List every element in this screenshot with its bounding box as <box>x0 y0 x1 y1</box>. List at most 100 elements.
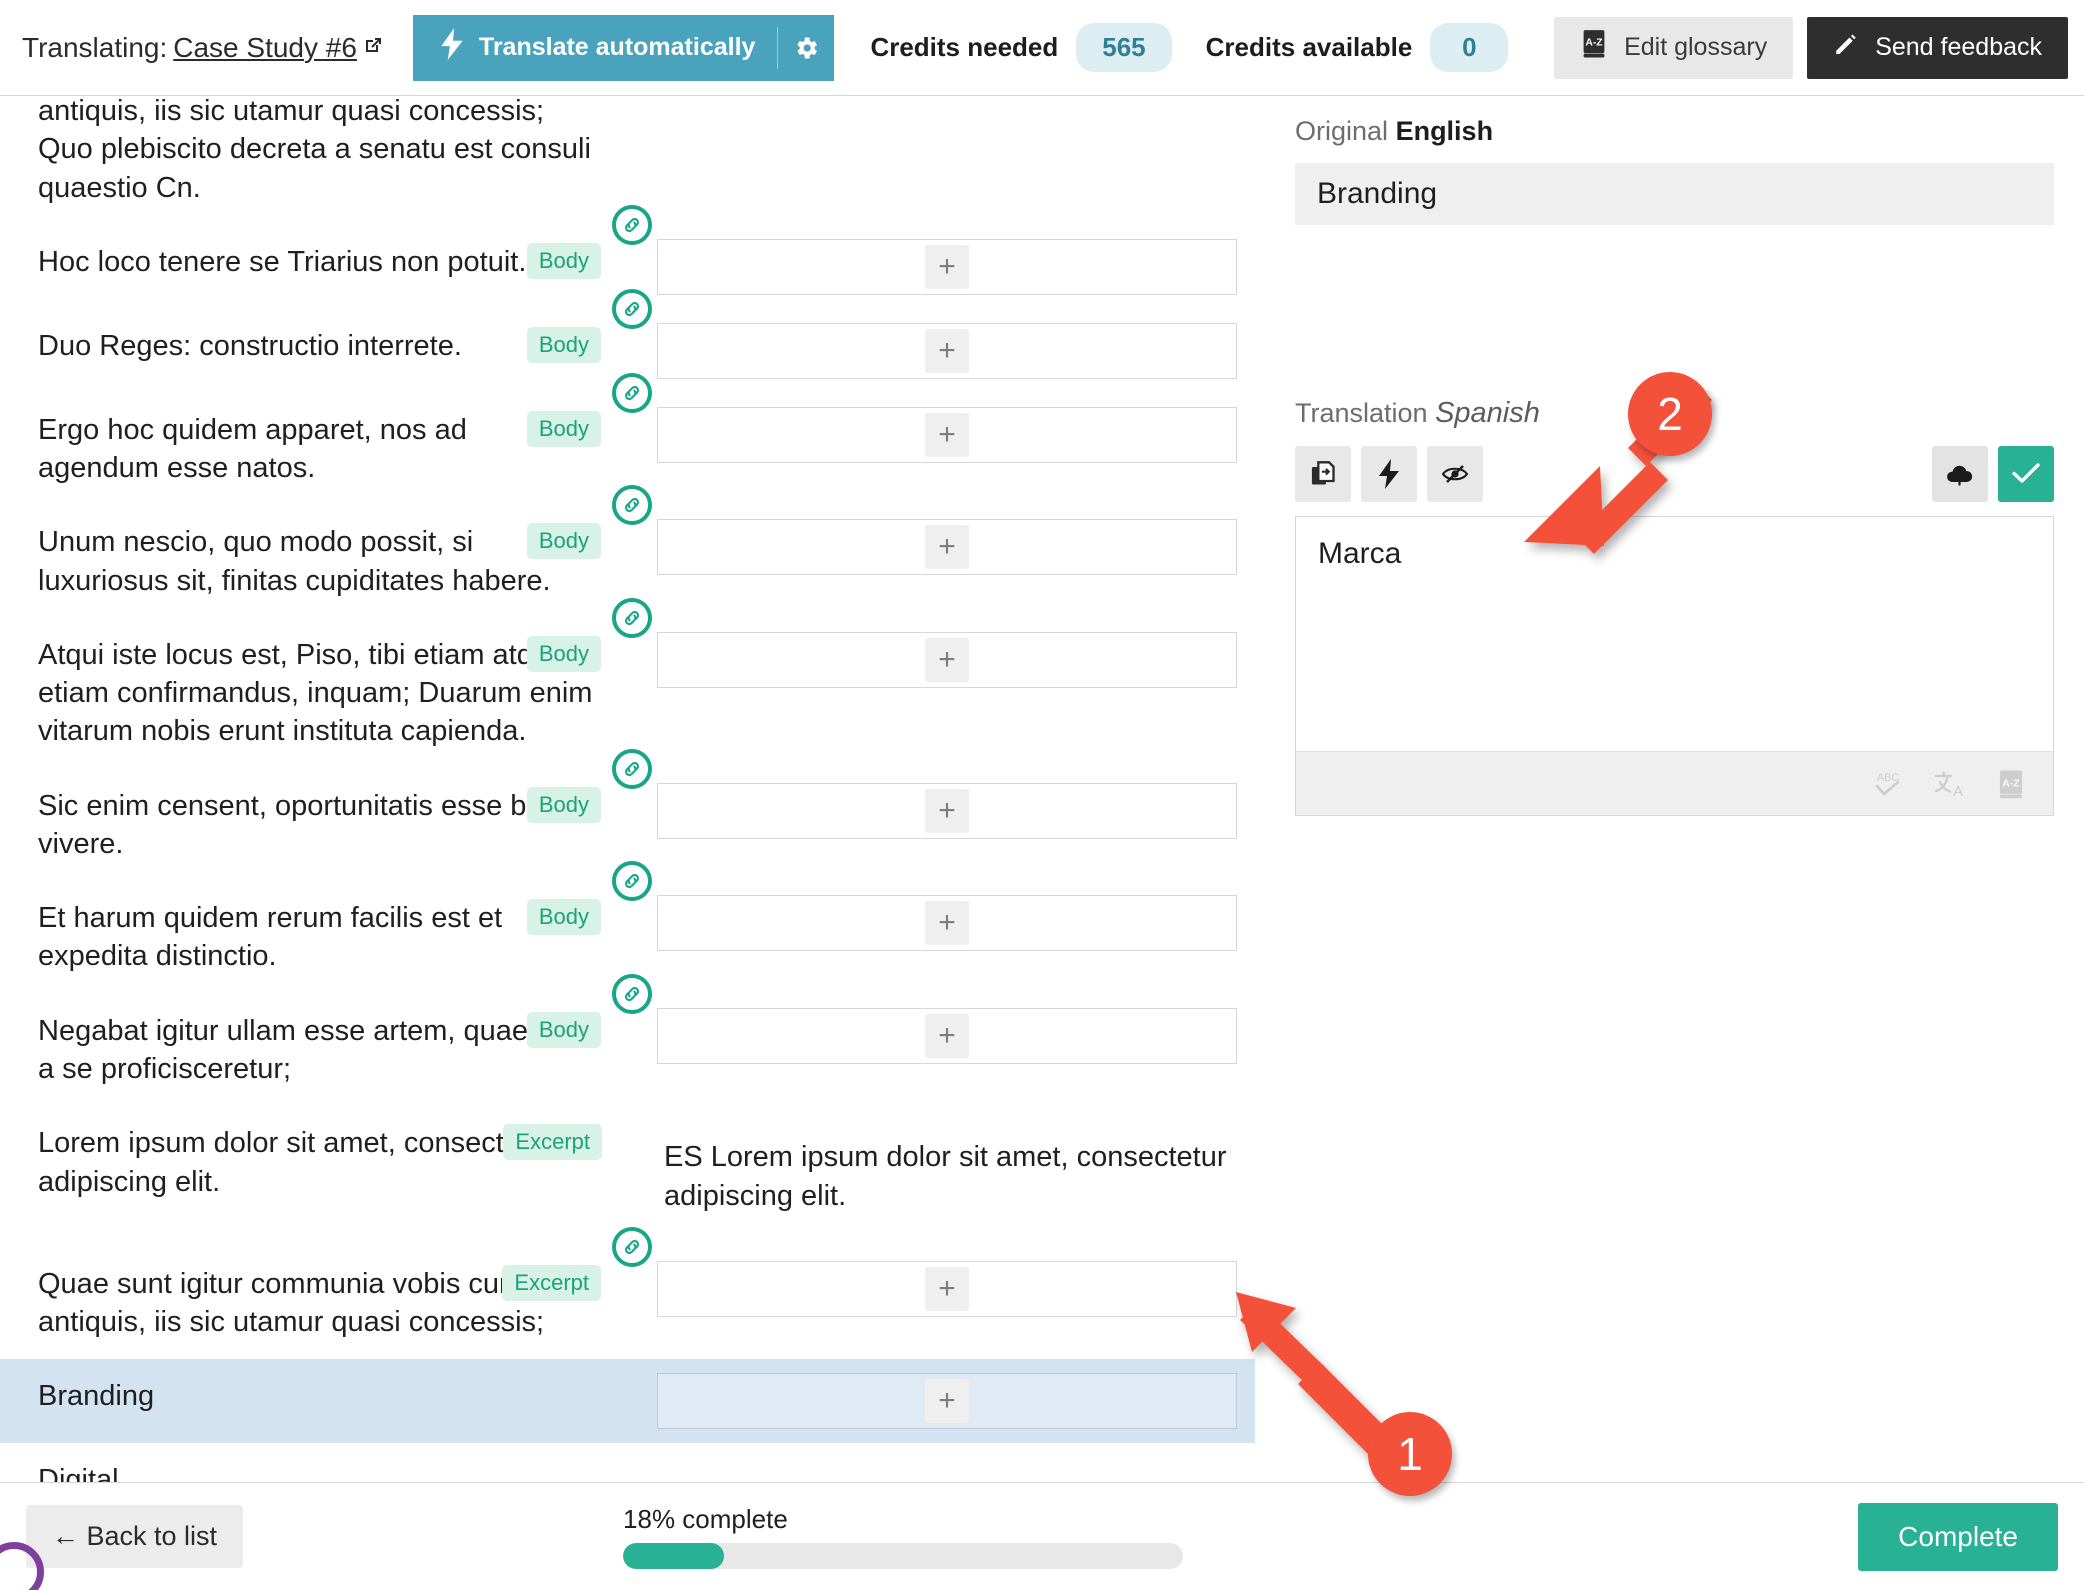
app-header: Translating: Case Study #6 Translate aut… <box>0 0 2084 96</box>
segment-target-cell[interactable]: + <box>639 618 1255 702</box>
segment-type-badge: Excerpt <box>502 1264 601 1301</box>
translate-automatically-button[interactable]: Translate automatically <box>412 14 835 81</box>
add-translation-button[interactable]: + <box>925 1013 969 1058</box>
segment-target-input[interactable]: + <box>657 238 1237 295</box>
segment-target-input[interactable]: + <box>657 406 1237 463</box>
segment-target-input[interactable]: + <box>657 631 1237 688</box>
segment-target-input[interactable]: + <box>657 895 1237 952</box>
add-translation-button[interactable]: + <box>925 1266 969 1311</box>
segment-target-input[interactable]: + <box>657 1007 1237 1064</box>
segment-target-cell[interactable]: Digital <box>640 1443 1255 1482</box>
credits-needed-value: 565 <box>1076 23 1172 72</box>
credits-needed-group: Credits needed 565 <box>870 23 1172 72</box>
link-icon[interactable] <box>612 597 652 638</box>
add-translation-button[interactable]: + <box>925 412 969 457</box>
segment-type-badge: Excerpt <box>503 1124 602 1161</box>
abc-check-icon[interactable]: ABC <box>1871 768 1905 800</box>
segment-type-badge: Body <box>526 899 601 936</box>
edit-glossary-button[interactable]: A-Z Edit glossary <box>1554 16 1794 79</box>
link-icon[interactable] <box>612 973 652 1014</box>
add-translation-button[interactable]: + <box>925 244 969 289</box>
segment-target-input[interactable]: + <box>657 519 1237 576</box>
main-content: antiquis, iis sic utamur quasi concessis… <box>0 96 2084 1482</box>
translation-editor[interactable]: Marca ABC A A-Z <box>1295 516 2054 816</box>
segment-row[interactable]: Negabat igitur ullam esse artem, quae ip… <box>0 973 1255 1107</box>
segment-type-badge: Body <box>526 635 601 672</box>
progress-track <box>623 1543 1184 1569</box>
segment-target-cell[interactable]: + <box>639 994 1255 1078</box>
translate-automatically-label: Translate automatically <box>478 33 756 61</box>
gear-icon[interactable] <box>778 15 834 81</box>
segment-target-cell[interactable]: + <box>639 769 1255 853</box>
segment-source-text: Branding <box>38 1380 155 1413</box>
translating-label: Translating: <box>22 31 168 63</box>
translation-textarea[interactable]: Marca <box>1296 517 2053 751</box>
segment-source-text: Lorem ipsum dolor sit amet, consectetur … <box>38 1127 554 1198</box>
check-icon <box>2010 460 2042 489</box>
add-translation-button[interactable]: + <box>925 637 969 682</box>
segment-target-input[interactable]: + <box>657 322 1237 379</box>
translation-language: Spanish <box>1435 397 1540 429</box>
segment-target-cell[interactable]: + <box>639 1247 1255 1331</box>
link-icon[interactable] <box>612 372 652 413</box>
credits-needed-label: Credits needed <box>870 32 1059 62</box>
segment-type-badge: Body <box>526 786 601 823</box>
segment-target-text[interactable]: Digital <box>658 1457 745 1482</box>
add-translation-button[interactable]: + <box>925 788 969 833</box>
original-label: Original <box>1295 116 1389 146</box>
cloud-upload-icon[interactable] <box>1932 446 1988 502</box>
link-icon[interactable] <box>612 1226 652 1267</box>
send-feedback-button[interactable]: Send feedback <box>1807 16 2068 79</box>
segment-source-text: Sic enim censent, oportunitatis esse bea… <box>38 789 583 860</box>
segment-target-cell[interactable]: + <box>639 393 1255 477</box>
segment-target-cell[interactable]: + <box>639 881 1255 965</box>
segment-target-cell[interactable]: + <box>639 309 1255 393</box>
segment-target-cell[interactable]: + <box>639 225 1255 309</box>
segment-list-pane[interactable]: antiquis, iis sic utamur quasi concessis… <box>0 96 1255 1482</box>
svg-text:A-Z: A-Z <box>2002 778 2020 789</box>
segment-target-input[interactable]: + <box>657 1373 1237 1430</box>
link-icon[interactable] <box>612 204 652 245</box>
segment-source-text: Unum nescio, quo modo possit, si luxurio… <box>38 526 551 597</box>
segment-row[interactable]: Quae sunt igitur communia vobis cum anti… <box>0 1226 1255 1360</box>
segment-source-text: antiquis, iis sic utamur quasi concessis… <box>38 96 591 204</box>
translate-icon[interactable]: A <box>1933 768 1967 800</box>
eye-slash-icon[interactable] <box>1427 446 1483 502</box>
segment-target-input[interactable]: + <box>657 782 1237 839</box>
segment-target-cell[interactable]: ES Lorem ipsum dolor sit amet, consectet… <box>640 1106 1255 1247</box>
segment-target-cell[interactable]: + <box>639 1359 1255 1443</box>
copy-to-target-icon[interactable] <box>1295 446 1351 502</box>
segment-target-input[interactable]: + <box>657 1260 1237 1317</box>
segment-row[interactable]: Atqui iste locus est, Piso, tibi etiam a… <box>0 597 1255 769</box>
add-translation-button[interactable]: + <box>925 525 969 570</box>
send-feedback-label: Send feedback <box>1875 33 2042 61</box>
segment-type-badge: Body <box>526 242 601 279</box>
az-book-icon[interactable]: A-Z <box>1995 768 2027 800</box>
confirm-translation-button[interactable] <box>1998 446 2054 502</box>
add-translation-button[interactable]: + <box>925 901 969 946</box>
link-icon[interactable] <box>612 861 652 902</box>
back-to-list-button[interactable]: ← Back to list <box>26 1505 244 1568</box>
document-name-link[interactable]: Case Study #6 <box>173 32 357 64</box>
segment-target-text[interactable]: ES Lorem ipsum dolor sit amet, consectet… <box>658 1120 1237 1233</box>
complete-button[interactable]: Complete <box>1858 1502 2058 1571</box>
segment-row[interactable]: Lorem ipsum dolor sit amet, consectetur … <box>0 1106 1255 1247</box>
segment-row[interactable]: Branding + <box>0 1359 1255 1444</box>
link-icon[interactable] <box>612 288 652 329</box>
link-icon[interactable] <box>612 748 652 789</box>
segment-list: antiquis, iis sic utamur quasi concessis… <box>0 96 1255 1482</box>
progress-label: 18% complete <box>623 1504 788 1534</box>
lightning-bolt-icon <box>439 28 465 67</box>
annotation-marker-1-label: 1 <box>1397 1428 1423 1480</box>
external-link-icon[interactable] <box>363 35 383 60</box>
add-translation-button[interactable]: + <box>925 328 969 373</box>
segment-target-cell[interactable] <box>640 96 1255 102</box>
segment-row[interactable]: Digital Digital <box>0 1443 1255 1482</box>
segment-target-cell[interactable]: + <box>639 505 1255 589</box>
svg-text:A: A <box>1953 783 1963 800</box>
machine-translate-icon[interactable] <box>1361 446 1417 502</box>
segment-source-text: Hoc loco tenere se Triarius non potuit. <box>38 245 527 278</box>
translation-editor-footer: ABC A A-Z <box>1296 751 2053 815</box>
pencil-icon <box>1833 31 1859 64</box>
add-translation-button[interactable]: + <box>925 1379 969 1424</box>
